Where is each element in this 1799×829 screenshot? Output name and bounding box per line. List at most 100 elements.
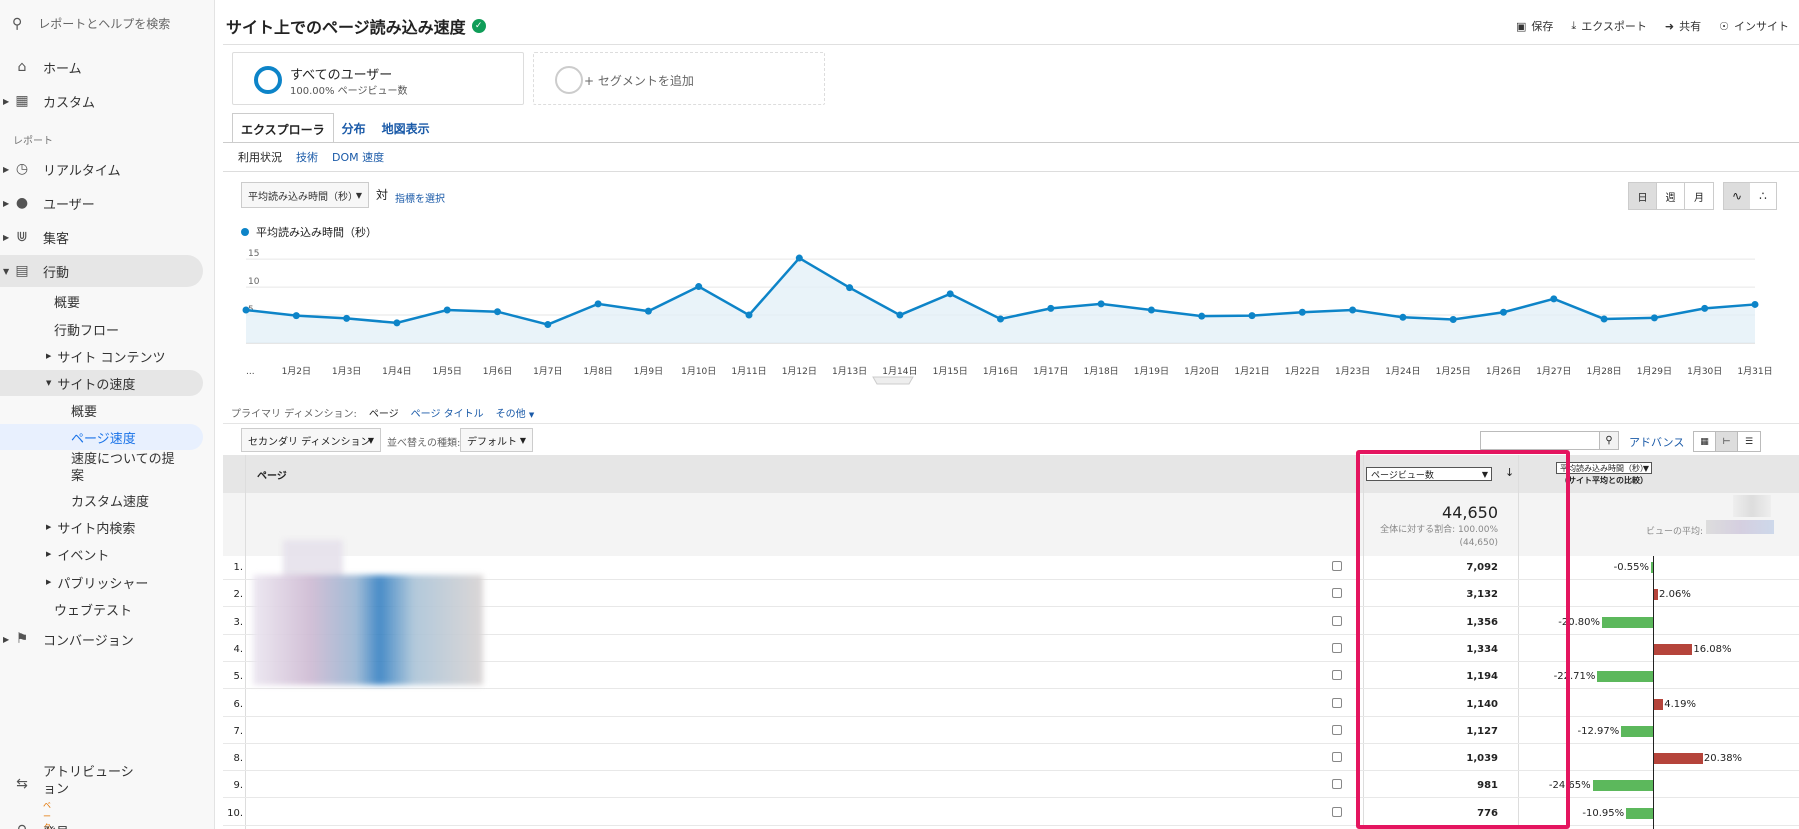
nav-speed-overview[interactable]: 概要 bbox=[71, 397, 97, 423]
data-point bbox=[1097, 300, 1105, 308]
open-page-icon[interactable] bbox=[1332, 806, 1342, 817]
segment-name: すべてのユーザー bbox=[290, 68, 393, 83]
comparison-view-icon[interactable]: ⊢ bbox=[1716, 432, 1738, 451]
row-compare-bar bbox=[1592, 780, 1653, 792]
nav-site-content[interactable]: ▶ サイト コンテンツ bbox=[46, 343, 166, 369]
explorer-subtabs: 利用状況 技術 DOM 速度 bbox=[238, 149, 384, 165]
segment-sub: 100.00% ページビュー数 bbox=[290, 86, 408, 97]
open-page-icon[interactable] bbox=[1332, 561, 1342, 571]
x-tick-label: 1月29日 bbox=[1637, 366, 1672, 377]
period-week-button[interactable]: 週 bbox=[1657, 183, 1685, 209]
nav-site-speed[interactable]: ▼ サイトの速度 bbox=[0, 370, 203, 396]
x-tick-label: 1月31日 bbox=[1737, 366, 1772, 377]
nav-page-timings[interactable]: ページ速度 bbox=[0, 424, 203, 450]
x-tick-label: 1月4日 bbox=[382, 366, 411, 377]
motion-chart-icon[interactable]: ∴ bbox=[1750, 183, 1776, 209]
chevron-down-icon: ▼ bbox=[519, 435, 526, 445]
nav-realtime-label: リアルタイム bbox=[43, 163, 121, 179]
open-page-icon[interactable] bbox=[1332, 779, 1342, 790]
tab-explorer[interactable]: エクスプローラ bbox=[232, 113, 334, 143]
nav-site-search[interactable]: ▶ サイト内検索 bbox=[46, 514, 135, 540]
subtab-usage[interactable]: 利用状況 bbox=[238, 149, 282, 165]
line-chart-icon[interactable]: ∿ bbox=[1724, 183, 1750, 209]
nav-behavior-overview[interactable]: 概要 bbox=[54, 288, 80, 314]
sidebar-search[interactable]: ⚲ レポートとヘルプを検索 bbox=[12, 15, 170, 32]
data-point bbox=[443, 306, 451, 314]
select-metric-link[interactable]: 指標を選択 bbox=[395, 190, 445, 205]
dimension-page[interactable]: ページ bbox=[369, 405, 399, 420]
caret-down-icon: ▼ bbox=[3, 266, 10, 276]
insights-button[interactable]: ☉ インサイト bbox=[1719, 18, 1789, 34]
data-point bbox=[544, 321, 552, 329]
nav-home-label: ホーム bbox=[43, 61, 82, 77]
sort-type-dropdown[interactable]: デフォルト ▼ bbox=[460, 428, 533, 452]
caret-right-icon: ▶ bbox=[3, 634, 10, 644]
caret-right-icon: ▶ bbox=[46, 578, 52, 586]
data-point bbox=[846, 284, 854, 292]
row-number: 3. bbox=[233, 616, 243, 628]
dimension-other[interactable]: その他 ▼ bbox=[496, 405, 535, 420]
open-page-icon[interactable] bbox=[1332, 697, 1342, 708]
data-point bbox=[997, 315, 1004, 323]
compare-metric-dropdown[interactable]: 平均読み込み時間（秒） ▼ bbox=[1556, 462, 1652, 474]
open-page-icon[interactable] bbox=[1332, 724, 1342, 735]
metric-dropdown[interactable]: 平均読み込み時間（秒） ▼ bbox=[241, 182, 369, 208]
search-icon[interactable]: ⚲ bbox=[1599, 431, 1619, 450]
nav-experiments[interactable]: ウェブテスト bbox=[54, 596, 132, 622]
dimension-page-title[interactable]: ページ タイトル bbox=[411, 405, 484, 420]
pivot-view-icon[interactable]: ☰ bbox=[1738, 432, 1760, 451]
nav-publisher[interactable]: ▶ パブリッシャー bbox=[46, 569, 148, 595]
advanced-filter-link[interactable]: アドバンス bbox=[1629, 434, 1684, 450]
nav-discover-label: 発見 bbox=[43, 822, 69, 829]
subtab-technical[interactable]: 技術 bbox=[296, 149, 318, 165]
x-tick-label: 1月25日 bbox=[1436, 366, 1471, 377]
open-page-icon[interactable] bbox=[1332, 670, 1342, 681]
add-segment-button[interactable]: + セグメントを追加 bbox=[533, 52, 825, 105]
x-tick-label: 1月19日 bbox=[1134, 366, 1169, 377]
caret-right-icon: ▶ bbox=[46, 523, 52, 531]
x-tick-label: 1月6日 bbox=[483, 366, 512, 377]
data-point bbox=[1147, 306, 1155, 314]
period-buttons: 日 週 月 bbox=[1628, 182, 1714, 210]
chevron-down-icon: ▼ bbox=[367, 435, 374, 445]
tab-distribution[interactable]: 分布 bbox=[334, 113, 374, 143]
compare-metric-label: 平均読み込み時間（秒） bbox=[1560, 463, 1648, 473]
open-page-icon[interactable] bbox=[1332, 615, 1342, 626]
nav-behavior-flow[interactable]: 行動フロー bbox=[54, 316, 119, 342]
secondary-dimension-dropdown[interactable]: セカンダリ ディメンション ▼ bbox=[241, 428, 381, 452]
segment-all-users[interactable]: すべてのユーザー 100.00% ページビュー数 bbox=[232, 52, 524, 105]
open-page-icon[interactable] bbox=[1332, 642, 1342, 653]
data-point bbox=[1701, 304, 1709, 312]
x-tick-label: 1月27日 bbox=[1536, 366, 1571, 377]
period-month-button[interactable]: 月 bbox=[1685, 183, 1713, 209]
table-search-input[interactable] bbox=[1480, 431, 1600, 450]
line-chart: 15105... 1月2日 1月3日 1月4日 1月5日 1月6日 1月7日 1月8日 1月9日… bbox=[242, 249, 1773, 385]
nav-behavior[interactable]: ▼ ▤ 行動 bbox=[0, 255, 203, 287]
share-button[interactable]: ➜ 共有 bbox=[1665, 18, 1701, 34]
nav-attribution-label: アトリビューション bbox=[43, 765, 134, 797]
tab-map-overlay[interactable]: 地図表示 bbox=[374, 113, 438, 143]
x-tick-label: 1月20日 bbox=[1184, 366, 1219, 377]
data-point bbox=[1298, 308, 1306, 316]
nav-publisher-label: パブリッシャー bbox=[57, 576, 149, 592]
attribution-icon: ⇆ bbox=[16, 776, 28, 792]
chevron-down-icon: ▼ bbox=[528, 411, 535, 419]
column-page-header[interactable]: ページ bbox=[257, 467, 287, 482]
data-table-view-icon[interactable]: ▦ bbox=[1694, 432, 1716, 451]
data-point bbox=[1550, 295, 1558, 303]
row-number: 2. bbox=[233, 589, 243, 601]
redacted-image bbox=[283, 540, 343, 580]
nav-custom-speed[interactable]: カスタム速度 bbox=[71, 487, 149, 513]
open-page-icon[interactable] bbox=[1332, 752, 1342, 763]
save-button[interactable]: ▣ 保存 bbox=[1516, 18, 1553, 34]
caret-right-icon: ▶ bbox=[3, 198, 10, 208]
export-button[interactable]: ⤓ エクスポート bbox=[1571, 18, 1647, 34]
x-tick-label: 1月15日 bbox=[933, 366, 968, 377]
open-page-icon[interactable] bbox=[1332, 588, 1342, 599]
home-icon: ⌂ bbox=[17, 59, 27, 75]
nav-speed-suggestions[interactable]: 速度についての提案 bbox=[71, 451, 181, 485]
subtab-dom-timings[interactable]: DOM 速度 bbox=[332, 149, 384, 165]
period-day-button[interactable]: 日 bbox=[1629, 183, 1657, 209]
nav-events[interactable]: ▶ イベント bbox=[46, 541, 109, 567]
row-compare-percent: -10.95% bbox=[1582, 807, 1625, 819]
